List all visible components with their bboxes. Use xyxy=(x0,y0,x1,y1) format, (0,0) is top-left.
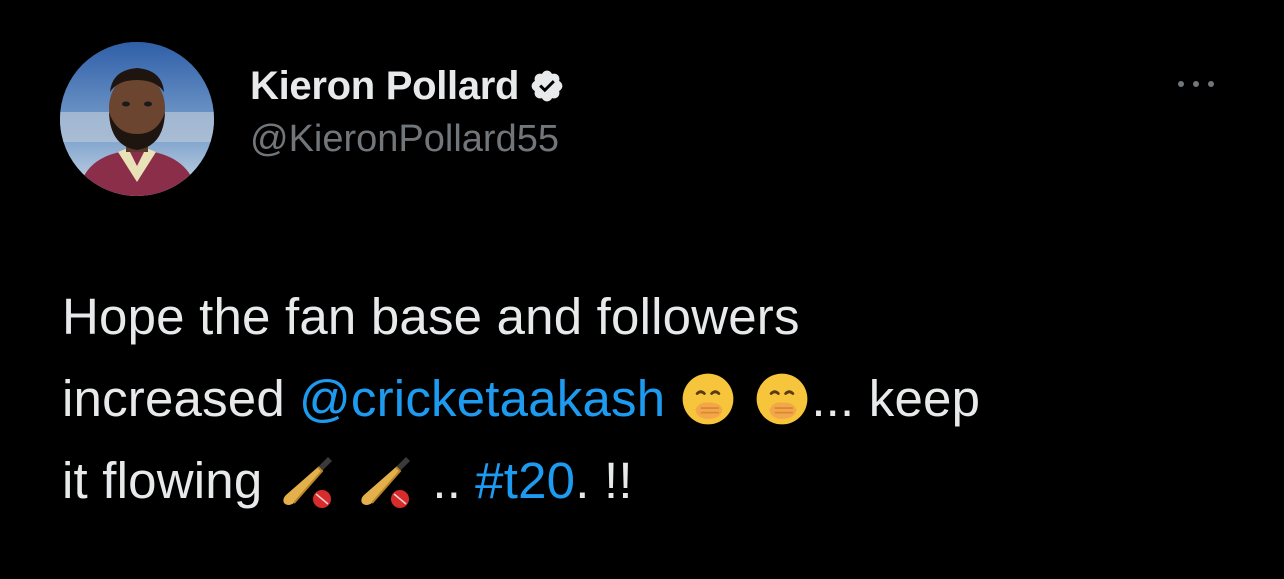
author-block: Kieron Pollard @KieronPollard55 xyxy=(250,62,565,161)
tweet-text-segment: ... keep xyxy=(811,370,981,427)
more-options-icon xyxy=(1178,81,1184,87)
tweet-line-2: increased @cricketaakash ... keep xyxy=(62,358,1242,440)
face-with-hand-over-mouth-icon xyxy=(753,370,811,428)
tweet-line-3: it flowing .. #t20 . !! xyxy=(62,440,1242,522)
tweet-text-segment: .. xyxy=(432,452,462,509)
name-row: Kieron Pollard xyxy=(250,62,565,110)
cricket-bat-and-ball-icon xyxy=(276,449,340,513)
hashtag-link[interactable]: #t20 xyxy=(475,440,575,522)
tweet-text: Hope the fan base and followers increase… xyxy=(62,276,1242,522)
tweet-line-1: Hope the fan base and followers xyxy=(62,276,1242,358)
tweet-text-segment: . !! xyxy=(575,452,633,509)
tweet-text-segment: Hope the fan base and followers xyxy=(62,288,800,345)
mention-link[interactable]: @cricketaakash xyxy=(299,358,665,440)
verified-badge-icon xyxy=(531,70,563,102)
display-name[interactable]: Kieron Pollard xyxy=(250,64,519,109)
user-handle[interactable]: @KieronPollard55 xyxy=(250,118,565,161)
tweet-text-segment: increased xyxy=(62,370,285,427)
more-options-button[interactable] xyxy=(1172,72,1220,96)
avatar-image xyxy=(60,42,214,196)
tweet-card: Kieron Pollard @KieronPollard55 Hope the… xyxy=(0,0,1284,579)
more-options-icon xyxy=(1208,81,1214,87)
cricket-bat-and-ball-icon xyxy=(354,449,418,513)
tweet-text-segment: it flowing xyxy=(62,452,263,509)
more-options-icon xyxy=(1193,81,1199,87)
face-with-hand-over-mouth-icon xyxy=(679,370,737,428)
avatar[interactable] xyxy=(60,42,214,196)
